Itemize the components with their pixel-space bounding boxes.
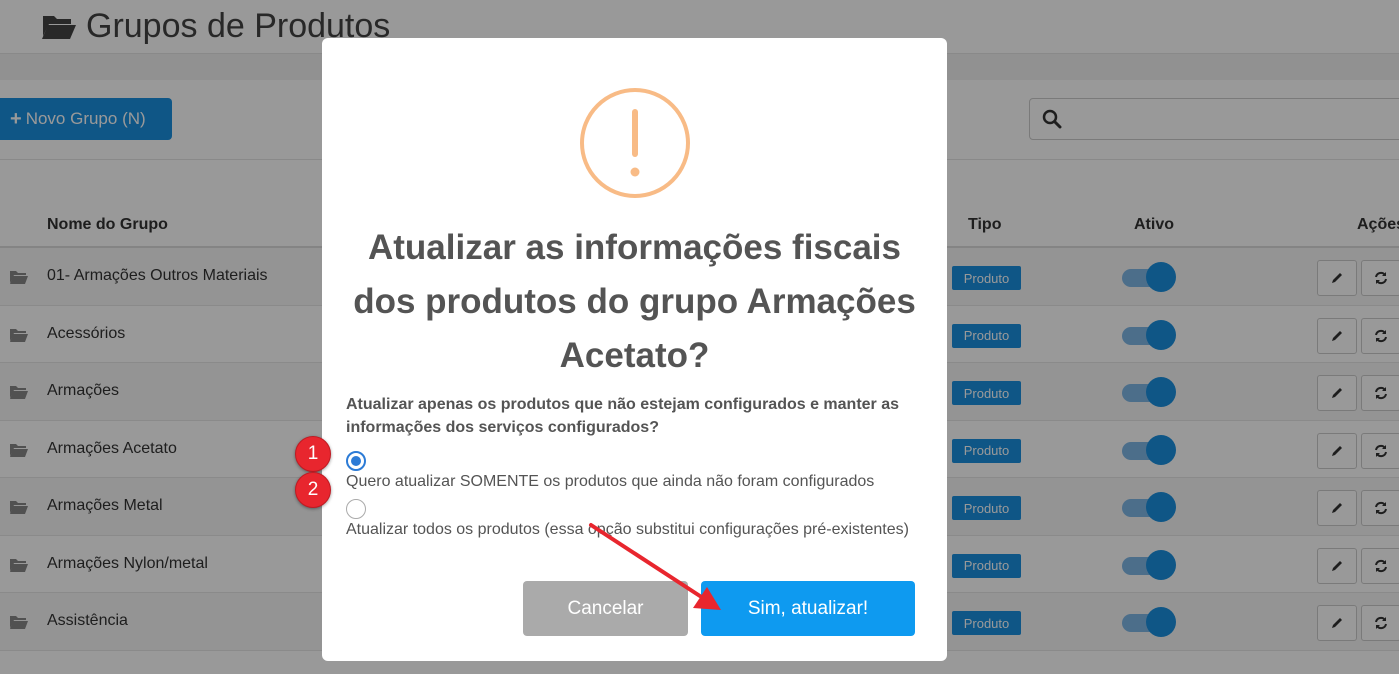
annotation-arrow-icon	[589, 523, 721, 610]
dialog-title: Atualizar as informações fiscais dos pro…	[353, 228, 916, 375]
radio-update-all[interactable]	[346, 499, 366, 519]
warning-icon	[580, 88, 690, 198]
option-update-unconfigured[interactable]: Quero atualizar SOMENTE os produtos que …	[346, 449, 921, 494]
radio-update-unconfigured[interactable]	[346, 451, 366, 471]
annotation-marker-1: 1	[295, 436, 331, 472]
dialog-question: Atualizar apenas os produtos que não est…	[346, 396, 900, 436]
option-label: Quero atualizar SOMENTE os produtos que …	[346, 473, 875, 490]
annotation-marker-2: 2	[295, 472, 331, 508]
